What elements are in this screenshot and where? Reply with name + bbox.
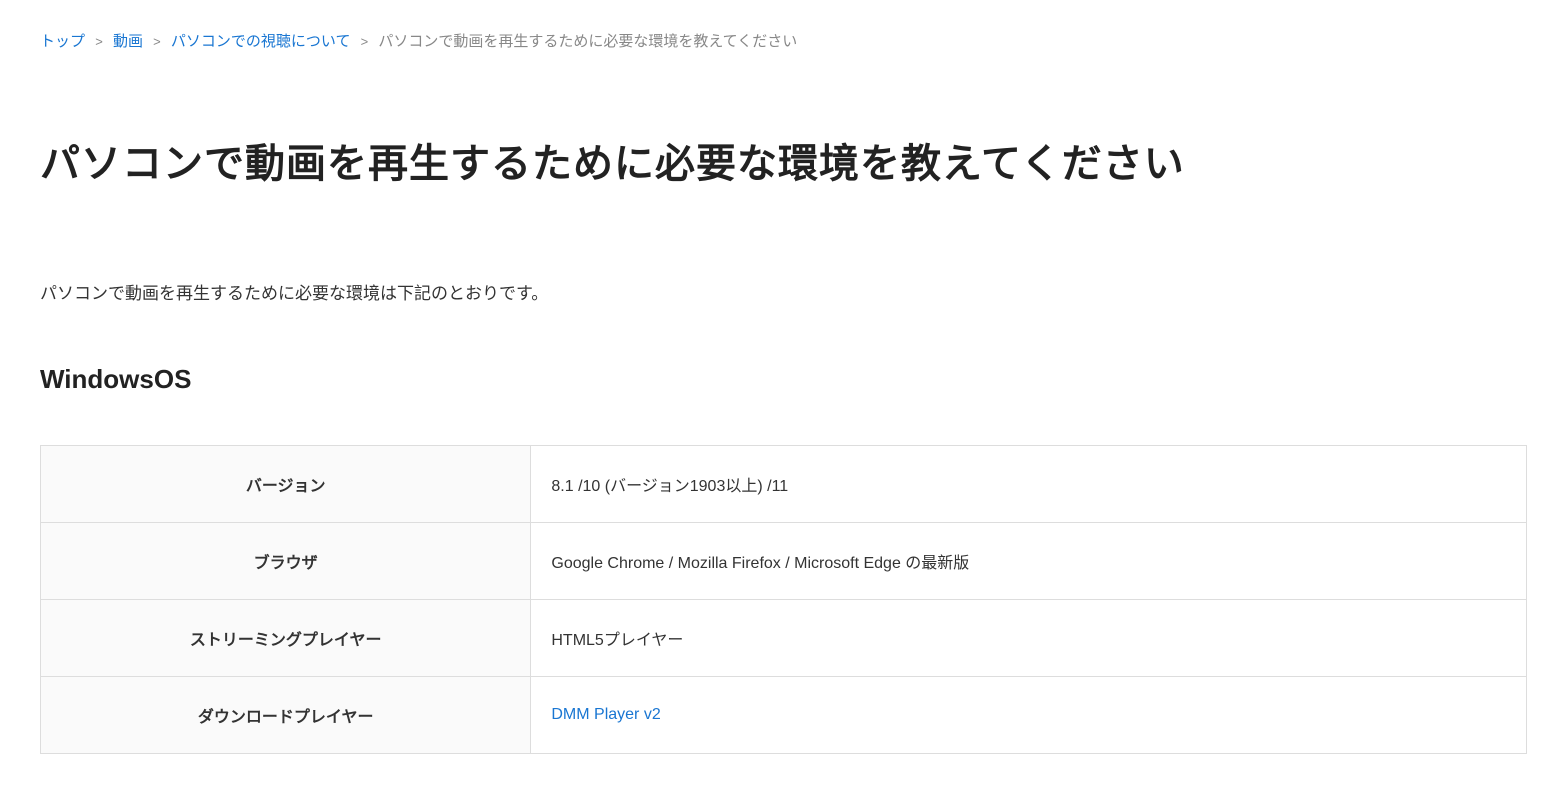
table-row: バージョン 8.1 /10 (バージョン1903以上) /11 — [41, 446, 1527, 523]
table-header-download: ダウンロードプレイヤー — [41, 677, 531, 754]
table-row: ダウンロードプレイヤー DMM Player v2 — [41, 677, 1527, 754]
table-header-browser: ブラウザ — [41, 523, 531, 600]
download-player-link[interactable]: DMM Player v2 — [551, 706, 660, 723]
table-row: ブラウザ Google Chrome / Mozilla Firefox / M… — [41, 523, 1527, 600]
section-title-windows: WindowsOS — [40, 364, 1527, 395]
chevron-right-icon: > — [153, 34, 161, 49]
chevron-right-icon: > — [361, 34, 369, 49]
table-cell-streaming: HTML5プレイヤー — [531, 600, 1527, 677]
intro-text: パソコンで動画を再生するために必要な環境は下記のとおりです。 — [40, 279, 1527, 304]
breadcrumb-link-video[interactable]: 動画 — [113, 33, 143, 50]
breadcrumb-current: パソコンで動画を再生するために必要な環境を教えてください — [378, 33, 797, 50]
table-header-streaming: ストリーミングプレイヤー — [41, 600, 531, 677]
breadcrumb-link-top[interactable]: トップ — [40, 33, 85, 50]
chevron-right-icon: > — [95, 34, 103, 49]
table-cell-download: DMM Player v2 — [531, 677, 1527, 754]
breadcrumb-link-pc-viewing[interactable]: パソコンでの視聴について — [171, 33, 351, 50]
table-cell-version: 8.1 /10 (バージョン1903以上) /11 — [531, 446, 1527, 523]
table-cell-browser: Google Chrome / Mozilla Firefox / Micros… — [531, 523, 1527, 600]
spec-table: バージョン 8.1 /10 (バージョン1903以上) /11 ブラウザ Goo… — [40, 445, 1527, 754]
table-header-version: バージョン — [41, 446, 531, 523]
table-row: ストリーミングプレイヤー HTML5プレイヤー — [41, 600, 1527, 677]
breadcrumb: トップ > 動画 > パソコンでの視聴について > パソコンで動画を再生するため… — [40, 30, 1527, 51]
page-title: パソコンで動画を再生するために必要な環境を教えてください — [40, 131, 1527, 189]
